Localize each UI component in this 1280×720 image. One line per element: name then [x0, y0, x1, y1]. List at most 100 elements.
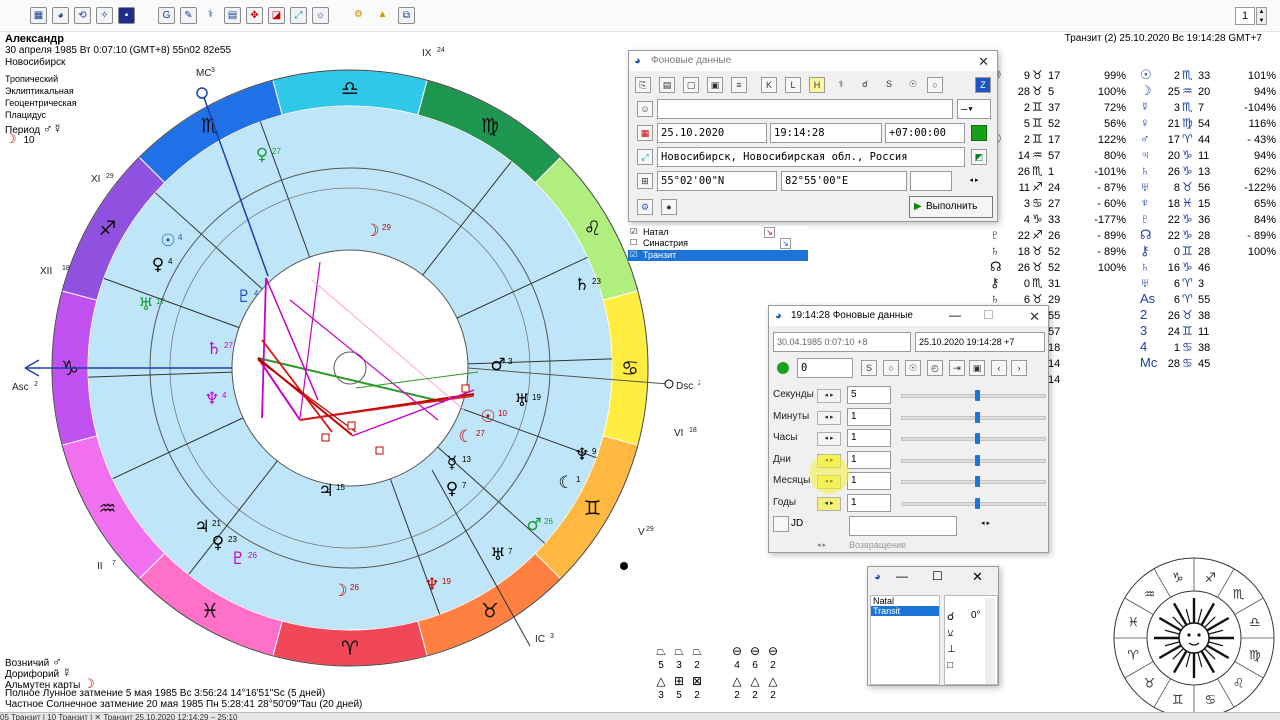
latitude-field[interactable]: 55°02'00"N [657, 171, 777, 191]
slider-thumb[interactable] [974, 497, 980, 509]
time-step-dialog[interactable]: 19:14:28 Фоновые данные ◕ — ☐ ✕ 30.04.19… [768, 305, 1049, 553]
map-icon[interactable]: ◩ [971, 149, 987, 165]
save-icon[interactable]: ▣ [707, 77, 723, 93]
chart-list-item-transit[interactable]: ☑ Транзит [628, 250, 808, 261]
z-icon[interactable]: Z [975, 77, 991, 93]
step-slider[interactable] [901, 501, 1046, 506]
circle-icon[interactable]: ○ [927, 77, 943, 93]
calendar-icon[interactable]: ▪ [118, 7, 135, 24]
maximize-icon[interactable]: ☐ [932, 569, 943, 583]
chart-list-item-natal[interactable]: ☑ Натал ↘ [630, 227, 800, 238]
circle-icon[interactable]: ○ [883, 360, 899, 376]
s-icon[interactable]: S [881, 77, 897, 93]
natal-checkbox[interactable]: ☑ [630, 227, 637, 236]
k-icon[interactable]: K [761, 77, 777, 93]
natal-transit-window[interactable]: ◕ — ☐ ✕ Natal Transit ☌ 0° ⚺ ⊥ □ [867, 566, 999, 686]
step-value-field[interactable]: 1 [847, 493, 891, 512]
step-slider[interactable] [901, 437, 1046, 441]
execute-button[interactable]: ▶ Выполнить [909, 196, 993, 218]
square-icon[interactable]: □ [947, 660, 953, 671]
step-value-field[interactable]: 1 [847, 450, 891, 469]
date-field[interactable]: 25.10.2020 [657, 123, 767, 143]
caduceus-icon[interactable]: ⚕ [833, 77, 849, 93]
timezone-field[interactable]: +07:00:00 [885, 123, 965, 143]
transit-checkbox[interactable]: ☑ [630, 250, 637, 259]
edit-icon[interactable]: ✎ [180, 7, 197, 24]
settings-icon[interactable]: ⚙ [637, 199, 653, 215]
step-spin-buttons[interactable]: ◂ ▸ [817, 410, 841, 425]
step-slider[interactable] [901, 480, 1046, 484]
longitude-field[interactable]: 82°55'00"E [781, 171, 907, 191]
step-slider[interactable] [901, 415, 1046, 420]
quincunx-icon[interactable]: ⊥ [947, 644, 956, 655]
step-slider[interactable] [901, 394, 1046, 398]
paste-icon[interactable]: ⎘ [635, 77, 651, 93]
table-icon[interactable]: ⚕ [202, 7, 219, 24]
close-icon[interactable]: ✕ [972, 569, 983, 585]
compass-icon[interactable]: ✥ [246, 7, 263, 24]
aspect-icon[interactable]: ☌ [857, 77, 873, 93]
list-icon[interactable]: ≡ [731, 77, 747, 93]
chart-grid-icon[interactable]: ▦ [30, 7, 47, 24]
astrology-chart-wheel[interactable]: ♍♌♋♊♉♈♓♒♑♐♏♎MC 3IX 24XI 29XII 18Asc 2II 7IC 3V 2… [0, 40, 700, 712]
natal-transit-list[interactable]: Natal Transit [870, 595, 940, 685]
maximize-icon[interactable]: ☐ [983, 308, 994, 322]
step-spin-buttons[interactable]: ◂ ▸ [817, 432, 841, 446]
jd-toggle[interactable] [773, 516, 789, 532]
dot-icon[interactable]: ● [661, 199, 677, 215]
l-icon[interactable]: L [785, 77, 801, 93]
semisextile-icon[interactable]: ⚺ [947, 628, 954, 639]
page-number-field[interactable]: 1 [1235, 7, 1255, 25]
s-icon[interactable]: S [861, 360, 877, 376]
conjunction-icon[interactable]: ☌ [947, 610, 954, 623]
list-item-transit[interactable]: Transit [871, 606, 939, 616]
list-item-natal[interactable]: Natal [871, 596, 939, 606]
jd-field[interactable] [849, 516, 957, 536]
copy-icon[interactable]: ⧉ [398, 7, 415, 24]
slider-thumb[interactable] [974, 433, 980, 444]
save-icon[interactable]: ▣ [969, 360, 985, 376]
export-icon[interactable]: ⇥ [949, 360, 965, 376]
altitude-field[interactable] [910, 171, 952, 191]
sun-icon[interactable]: ☉ [905, 360, 921, 376]
minimize-icon[interactable]: — [949, 308, 961, 322]
coords-icon[interactable]: ⊞ [637, 173, 653, 189]
step-count-field[interactable]: 0 [797, 358, 853, 378]
star-icon[interactable]: ▲ [374, 7, 391, 24]
prev-icon[interactable]: ‹ [991, 360, 1007, 376]
location-icon[interactable]: ⤢ [637, 149, 653, 165]
natal-datetime-field[interactable]: 30.04.1985 0:07:10 +8 [773, 332, 911, 352]
h-icon[interactable]: H [809, 77, 825, 93]
slider-thumb[interactable] [974, 411, 980, 423]
clipboard-icon[interactable]: ▤ [659, 77, 675, 93]
page-spin-buttons[interactable]: ▲ ▼ [1256, 7, 1267, 25]
background-data-dialog[interactable]: Фоновые данные ◕ ✕ ⎘ ▤ ▢ ▣ ≡ K L H ⚕ ☌ S… [628, 50, 998, 222]
slider-thumb[interactable] [974, 476, 980, 487]
globe-icon[interactable]: ◕ [52, 7, 69, 24]
next-icon[interactable]: › [1011, 360, 1027, 376]
step-value-field[interactable]: 1 [847, 429, 891, 447]
minimize-icon[interactable]: — [896, 569, 908, 583]
step-slider[interactable] [901, 458, 1046, 463]
step-spin-buttons[interactable]: ◂ ▸ [817, 389, 841, 403]
slider-thumb[interactable] [974, 390, 980, 401]
sun-icon[interactable]: ☉ [905, 77, 921, 93]
synastry-checkbox[interactable]: ☐ [630, 238, 637, 247]
transit-datetime-field[interactable]: 25.10.2020 19:14:28 +7 [915, 332, 1045, 352]
green-indicator[interactable] [971, 125, 987, 141]
step-spin-buttons[interactable]: ◂ ▸ [817, 496, 841, 511]
step-value-field[interactable]: 5 [847, 386, 891, 404]
page-icon[interactable]: ▤ [224, 7, 241, 24]
print-icon[interactable]: ⤢ [290, 7, 307, 24]
star-map-icon[interactable]: ✧ [96, 7, 113, 24]
brush-icon[interactable]: ◪ [268, 7, 285, 24]
clock-icon[interactable]: ◴ [927, 360, 943, 376]
refresh-icon[interactable]: ⟲ [74, 7, 91, 24]
return-spin[interactable]: ◂ ▸ [817, 541, 826, 549]
planets-icon[interactable]: G [158, 7, 175, 24]
jd-spin[interactable]: ◂ ▸ [981, 519, 990, 527]
new-icon[interactable]: ▢ [683, 77, 699, 93]
name-field[interactable] [657, 99, 953, 119]
gender-select[interactable]: –▾ [957, 99, 991, 119]
zodiac-icon[interactable]: ☼ [312, 7, 329, 24]
